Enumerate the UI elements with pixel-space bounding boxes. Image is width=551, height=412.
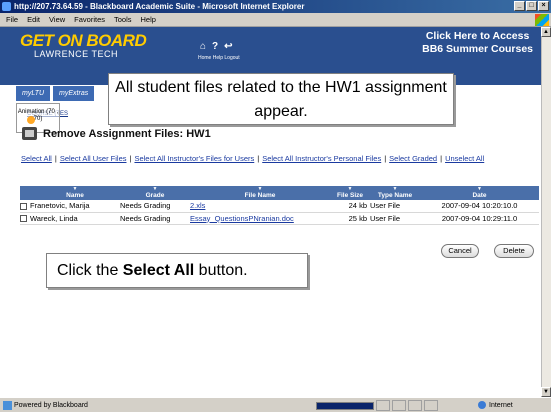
menu-tools[interactable]: Tools (114, 15, 132, 24)
status-segment (408, 400, 422, 411)
cell-grade: Needs Grading (120, 200, 190, 213)
tutorial-callout-bottom: Click the Select All button. (46, 253, 308, 288)
cell-name: Wareck, Linda (30, 212, 120, 225)
internet-zone-icon (478, 401, 486, 410)
select-all-instructor-files-for-users-link[interactable]: Select All Instructor's Files for Users (134, 154, 254, 163)
status-segment (392, 400, 406, 411)
menu-bar: File Edit View Favorites Tools Help (0, 13, 551, 27)
cell-type-name: User File (370, 200, 420, 213)
file-link[interactable]: Essay_QuestionsPNranian.doc (190, 214, 294, 223)
menu-edit[interactable]: Edit (27, 15, 40, 24)
column-header-file-name[interactable]: ▼ File Name (190, 186, 330, 200)
access-line2: BB6 Summer Courses (422, 43, 533, 55)
site-logo-subtitle: LAWRENCE TECH (34, 49, 119, 59)
bb6-access-link[interactable]: Click Here to Access BB6 Summer Courses (422, 30, 533, 56)
row-checkbox[interactable] (20, 200, 30, 213)
scroll-up-icon[interactable]: ▲ (541, 27, 551, 37)
menu-view[interactable]: View (49, 15, 65, 24)
progress-bar (316, 402, 374, 410)
select-graded-link[interactable]: Select Graded (389, 154, 437, 163)
header-nav-icons: ⌂ ? ↩ (200, 41, 233, 52)
cursor-highlight-icon (27, 116, 35, 124)
cancel-button[interactable]: Cancel (441, 244, 479, 258)
access-line1: Click Here to Access (425, 30, 530, 42)
cell-date: 2007-09-04 10:20:10.0 (420, 200, 539, 213)
cell-file-size: 25 kb (330, 212, 370, 225)
page-icon (3, 401, 12, 410)
cell-name: Franetovic, Marija (30, 200, 120, 213)
menu-favorites[interactable]: Favorites (74, 15, 105, 24)
page-title: Remove Assignment Files: HW1 (43, 127, 211, 140)
column-header-grade[interactable]: ▼ Grade (120, 186, 190, 200)
tab-bar: myLTU myExtras (16, 86, 95, 101)
windows-logo-icon (535, 14, 549, 26)
home-icon[interactable]: ⌂ (200, 41, 206, 52)
select-all-user-files-link[interactable]: Select All User Files (60, 154, 127, 163)
column-header-name[interactable]: ▼ Name (30, 186, 120, 200)
site-logo[interactable]: GET ON BOARD (20, 31, 147, 51)
page-header: Remove Assignment Files: HW1 (22, 127, 211, 140)
window-title: http://207.73.64.59 - Blackboard Academi… (14, 2, 305, 11)
delete-button[interactable]: Delete (494, 244, 534, 258)
security-zone: Internet (478, 399, 513, 412)
window-controls: _ □ × (514, 1, 549, 11)
column-header-date[interactable]: ▼ Date (420, 186, 539, 200)
table-row: Franetovic, Marija Needs Grading 2.xls 2… (20, 200, 539, 213)
cell-grade: Needs Grading (120, 212, 190, 225)
tab-myextras[interactable]: myExtras (53, 86, 95, 101)
status-bar: Powered by Blackboard Internet (0, 397, 551, 412)
scroll-down-icon[interactable]: ▼ (541, 387, 551, 397)
cell-file-name: Essay_QuestionsPNranian.doc (190, 212, 330, 225)
header-nav-labels: Home Help Logout (198, 55, 240, 61)
table-header-row: ▼ Name ▼ Grade ▼ File Name ▼ File Size ▼ Type… (20, 186, 539, 200)
status-text: Powered by Blackboard (14, 401, 88, 409)
table-row: Wareck, Linda Needs Grading Essay_Questi… (20, 212, 539, 225)
window-titlebar: http://207.73.64.59 - Blackboard Academi… (0, 0, 551, 13)
close-button[interactable]: × (538, 1, 549, 11)
row-checkbox[interactable] (20, 212, 30, 225)
minimize-button[interactable]: _ (514, 1, 525, 11)
column-header-file-size[interactable]: ▼ File Size (330, 186, 370, 200)
menu-file[interactable]: File (6, 15, 18, 24)
ie-icon (2, 2, 11, 11)
files-table: ▼ Name ▼ Grade ▼ File Name ▼ File Size ▼ Type… (20, 186, 539, 225)
status-segment (376, 400, 390, 411)
vertical-scrollbar[interactable]: ▲ ▼ (541, 27, 551, 397)
selection-links: Select All | Select All User Files | Select … (21, 154, 485, 163)
cell-file-size: 24 kb (330, 200, 370, 213)
header-checkbox-col (20, 186, 30, 200)
tab-myltu[interactable]: myLTU (16, 86, 51, 101)
column-header-type-name[interactable]: ▼ Type Name (370, 186, 420, 200)
tutorial-callout-top: All student files related to the HW1 ass… (108, 73, 454, 125)
select-all-instructor-personal-files-link[interactable]: Select All Instructor's Personal Files (262, 154, 381, 163)
cell-file-name: 2.xls (190, 200, 330, 213)
unselect-all-link[interactable]: Unselect All (445, 154, 484, 163)
menu-help[interactable]: Help (141, 15, 156, 24)
status-segment (424, 400, 438, 411)
select-all-link[interactable]: Select All (21, 154, 52, 163)
logout-icon[interactable]: ↩ (224, 41, 232, 52)
cell-date: 2007-09-04 10:29:11.0 (420, 212, 539, 225)
maximize-button[interactable]: □ (526, 1, 537, 11)
file-link[interactable]: 2.xls (190, 201, 205, 210)
cell-type-name: User File (370, 212, 420, 225)
file-cabinet-icon (22, 127, 37, 140)
help-icon[interactable]: ? (212, 41, 218, 52)
